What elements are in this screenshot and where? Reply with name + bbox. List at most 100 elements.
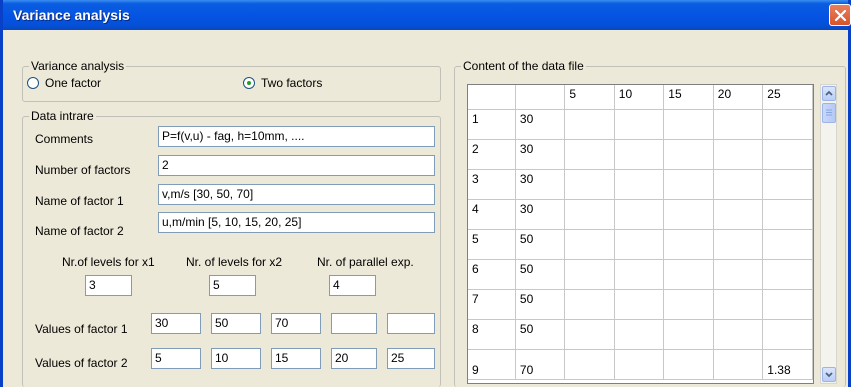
factor2-value-1[interactable]: 5 <box>151 348 201 369</box>
factor2-value-4[interactable]: 20 <box>331 348 377 369</box>
factor1-name-input[interactable]: v,m/s [30, 50, 70] <box>158 184 435 205</box>
grid-cell[interactable] <box>713 319 764 350</box>
grid-cell[interactable] <box>762 109 813 140</box>
vertical-scrollbar[interactable] <box>820 84 837 384</box>
grid-cell[interactable] <box>614 259 665 290</box>
grid-header-cell: 15 <box>663 85 714 110</box>
grid-cell[interactable]: 30 <box>515 199 566 230</box>
radio-two-factors-dot[interactable] <box>243 77 255 89</box>
grid-cell[interactable] <box>713 259 764 290</box>
grid-cell[interactable] <box>564 199 615 230</box>
values-factor2-label: Values of factor 2 <box>35 356 128 370</box>
grid-cell[interactable]: 1.38 <box>762 349 813 380</box>
radio-one-factor[interactable]: One factor <box>27 76 101 90</box>
grid-cell[interactable] <box>762 289 813 320</box>
grid-cell[interactable] <box>762 259 813 290</box>
grid-cell[interactable] <box>713 169 764 200</box>
scroll-thumb[interactable] <box>822 103 836 123</box>
grid-cell[interactable] <box>663 139 714 170</box>
grid-cell[interactable]: 50 <box>515 289 566 320</box>
variance-analysis-window: Variance analysis Variance analysis One … <box>0 0 851 387</box>
radio-one-factor-dot[interactable] <box>27 77 39 89</box>
scroll-down-button[interactable] <box>822 367 836 382</box>
grid-cell[interactable] <box>564 319 615 350</box>
grid-cell[interactable] <box>614 169 665 200</box>
variance-analysis-legend: Variance analysis <box>29 59 127 73</box>
data-grid[interactable]: 5 10 15 20 25 1 30 2 30 3 30 4 30 5 50 6 50 7 50 8 50 9 70 1.38 <box>467 84 814 384</box>
comments-label: Comments <box>35 132 94 146</box>
grid-row: 8 50 <box>468 319 813 350</box>
grid-cell[interactable] <box>663 319 714 350</box>
data-table: 5 10 15 20 25 1 30 2 30 3 30 4 30 5 50 6 50 7 50 8 50 9 70 1.38 <box>468 85 813 380</box>
grid-cell[interactable]: 30 <box>515 139 566 170</box>
grid-header-cell: 5 <box>564 85 615 110</box>
factor1-value-4[interactable] <box>331 313 377 334</box>
grid-cell[interactable]: 50 <box>515 229 566 260</box>
grid-cell[interactable]: 30 <box>515 109 566 140</box>
grid-cell[interactable] <box>614 139 665 170</box>
grid-cell[interactable] <box>762 229 813 260</box>
grid-cell[interactable]: 50 <box>515 319 566 350</box>
grid-cell[interactable] <box>564 229 615 260</box>
grid-cell[interactable] <box>614 199 665 230</box>
grid-cell[interactable] <box>614 109 665 140</box>
grid-cell[interactable] <box>663 289 714 320</box>
grid-cell[interactable] <box>713 199 764 230</box>
data-input-legend: Data intrare <box>29 109 96 123</box>
grid-row: 2 30 <box>468 139 813 170</box>
grid-cell[interactable] <box>713 139 764 170</box>
parallel-exp-input[interactable]: 4 <box>329 275 376 296</box>
grid-header-cell <box>468 85 516 110</box>
grid-cell[interactable] <box>663 229 714 260</box>
comments-input[interactable]: P=f(v,u) - fag, h=10mm, .... <box>158 126 435 147</box>
grid-cell[interactable] <box>564 259 615 290</box>
grid-cell[interactable] <box>564 109 615 140</box>
grid-cell[interactable] <box>564 289 615 320</box>
grid-cell[interactable] <box>614 319 665 350</box>
close-button[interactable] <box>829 4 851 26</box>
grid-cell[interactable] <box>663 349 714 380</box>
factor1-value-5[interactable] <box>387 313 435 334</box>
factor1-value-2[interactable]: 50 <box>211 313 261 334</box>
variance-analysis-group: Variance analysis One factor Two factors <box>22 59 441 102</box>
factor1-value-3[interactable]: 70 <box>271 313 321 334</box>
levels-x2-input[interactable]: 5 <box>209 275 256 296</box>
factor1-value-1[interactable]: 30 <box>151 313 201 334</box>
title-bar[interactable]: Variance analysis <box>3 0 851 30</box>
grid-cell[interactable] <box>663 109 714 140</box>
grid-cell[interactable]: 50 <box>515 259 566 290</box>
grid-cell[interactable] <box>663 259 714 290</box>
factor2-value-5[interactable]: 25 <box>387 348 435 369</box>
num-factors-input[interactable]: 2 <box>158 155 435 176</box>
grid-cell[interactable] <box>762 169 813 200</box>
grid-cell[interactable] <box>564 139 615 170</box>
factor2-value-2[interactable]: 10 <box>211 348 261 369</box>
grid-cell[interactable] <box>663 199 714 230</box>
grid-cell[interactable] <box>762 199 813 230</box>
grid-header-row: 5 10 15 20 25 <box>468 85 813 110</box>
grid-row: 6 50 <box>468 259 813 290</box>
grid-cell[interactable] <box>713 289 764 320</box>
grid-cell[interactable] <box>614 289 665 320</box>
grid-cell[interactable] <box>713 229 764 260</box>
grid-cell[interactable] <box>713 109 764 140</box>
grid-cell[interactable] <box>614 349 665 380</box>
scroll-up-button[interactable] <box>822 86 836 101</box>
radio-one-factor-label: One factor <box>45 76 102 90</box>
grid-cell[interactable] <box>762 319 813 350</box>
grid-cell[interactable] <box>564 349 615 380</box>
grid-cell[interactable]: 30 <box>515 169 566 200</box>
levels-x1-input[interactable]: 3 <box>85 275 132 296</box>
grid-cell[interactable] <box>614 229 665 260</box>
factor2-value-3[interactable]: 15 <box>271 348 321 369</box>
values-factor1-label: Values of factor 1 <box>35 322 128 336</box>
grid-header-cell: 10 <box>614 85 665 110</box>
grid-cell[interactable] <box>762 139 813 170</box>
grid-cell[interactable] <box>564 169 615 200</box>
grid-cell[interactable] <box>713 349 764 380</box>
radio-two-factors[interactable]: Two factors <box>243 76 322 90</box>
close-icon <box>834 9 847 22</box>
grid-cell[interactable]: 70 <box>515 349 566 380</box>
factor2-name-input[interactable]: u,m/min [5, 10, 15, 20, 25] <box>158 212 435 233</box>
grid-cell[interactable] <box>663 169 714 200</box>
